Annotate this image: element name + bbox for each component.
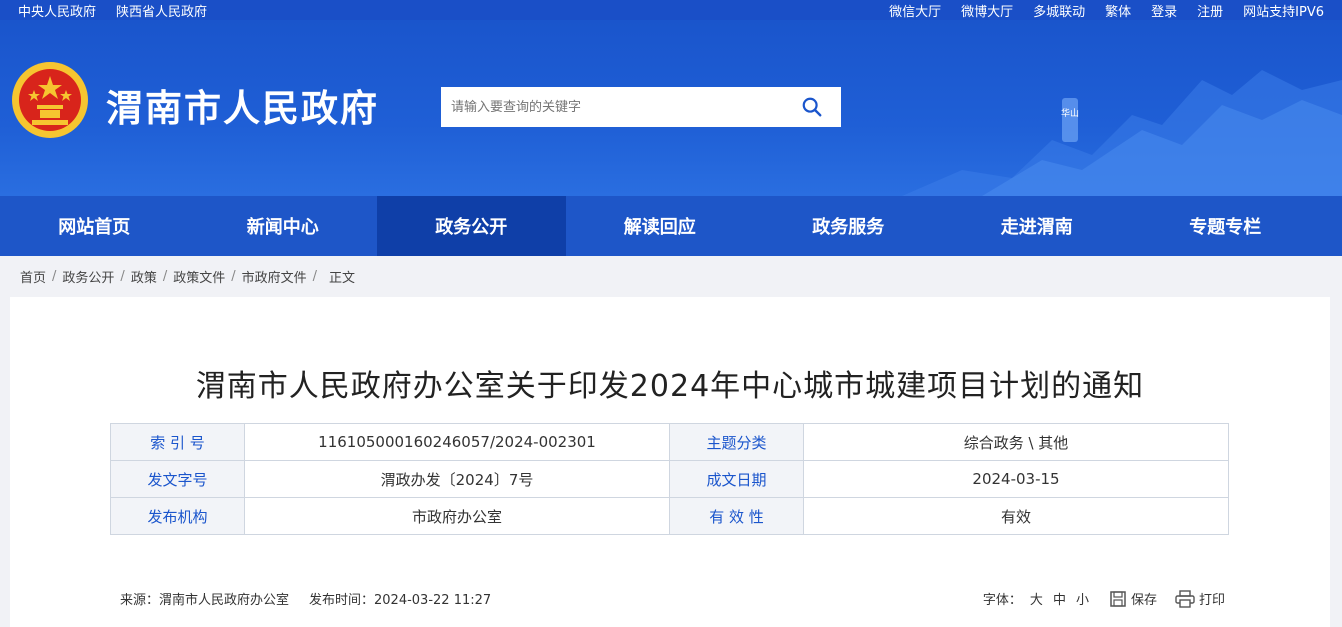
print-icon xyxy=(1175,589,1195,608)
index-value: 116105000160246057/2024-002301 xyxy=(244,423,670,461)
index-label: 索 引 号 xyxy=(110,423,245,461)
publish-time: 发布时间：2024-03-22 11:27 xyxy=(309,593,492,608)
date-value: 2024-03-15 xyxy=(803,460,1229,498)
breadcrumb-separator: / xyxy=(312,268,318,284)
breadcrumb-separator: / xyxy=(120,268,125,284)
topic-value: 综合政务 \ 其他 xyxy=(803,423,1229,461)
search-button[interactable] xyxy=(783,87,841,127)
search-icon xyxy=(802,97,822,117)
save-icon xyxy=(1110,590,1126,607)
document-meta-table: 索 引 号 116105000160246057/2024-002301 主题分… xyxy=(110,423,1229,535)
source-info: 来源：渭南市人民政府办公室 发布时间：2024-03-22 11:27 xyxy=(120,589,491,608)
link-multi-city[interactable]: 多城联动 xyxy=(1033,1,1085,20)
nav-interpretation[interactable]: 解读回应 xyxy=(566,196,755,256)
breadcrumb-gov-affairs[interactable]: 政务公开 xyxy=(62,267,114,286)
validity-value: 有效 xyxy=(803,497,1229,535)
breadcrumb-separator: / xyxy=(52,268,57,284)
doc-number-value: 渭政办发〔2024〕7号 xyxy=(244,460,670,498)
link-shaanxi-gov[interactable]: 陕西省人民政府 xyxy=(116,1,207,20)
nav-special-topics[interactable]: 专题专栏 xyxy=(1131,196,1320,256)
link-register[interactable]: 注册 xyxy=(1197,1,1223,20)
article-tools: 字体： 大 中 小 保存 打印 xyxy=(983,589,1225,608)
breadcrumb-current: 正文 xyxy=(329,270,356,286)
table-row: 发文字号 渭政办发〔2024〕7号 成文日期 2024-03-15 xyxy=(110,460,1229,498)
main-nav: 网站首页 新闻中心 政务公开 解读回应 政务服务 走进渭南 专题专栏 xyxy=(0,196,1342,256)
font-size-label: 字体： xyxy=(982,593,1022,608)
article-panel: 渭南市人民政府办公室关于印发2024年中心城市城建项目计划的通知 索 引 号 1… xyxy=(10,297,1330,627)
nav-news-center[interactable]: 新闻中心 xyxy=(189,196,378,256)
top-bar-right-links: 微信大厅 微博大厅 多城联动 繁体 登录 注册 网站支持IPV6 xyxy=(889,1,1324,20)
topic-label: 主题分类 xyxy=(669,423,804,461)
print-label: 打印 xyxy=(1198,593,1225,608)
breadcrumb-policy-docs[interactable]: 政策文件 xyxy=(173,267,225,286)
site-title[interactable]: 渭南市人民政府 xyxy=(106,78,379,132)
breadcrumb-separator: / xyxy=(231,268,236,284)
article-source: 来源：渭南市人民政府办公室 xyxy=(120,593,290,608)
date-label: 成文日期 xyxy=(669,460,804,498)
search-input[interactable] xyxy=(441,87,783,127)
huashan-seal xyxy=(1062,98,1078,142)
doc-number-label: 发文字号 xyxy=(110,460,245,498)
site-header: 渭南市人民政府 华山 xyxy=(0,20,1342,196)
article-source-bar: 来源：渭南市人民政府办公室 发布时间：2024-03-22 11:27 字体： … xyxy=(120,589,1225,608)
nav-about-weinan[interactable]: 走进渭南 xyxy=(943,196,1132,256)
breadcrumb-policy[interactable]: 政策 xyxy=(131,267,157,286)
link-traditional-chinese[interactable]: 繁体 xyxy=(1105,1,1131,20)
save-button[interactable]: 保存 xyxy=(1109,589,1157,608)
font-medium-button[interactable]: 中 xyxy=(1051,589,1068,608)
font-small-button[interactable]: 小 xyxy=(1074,589,1091,608)
breadcrumb: 首页 / 政务公开 / 政策 / 政策文件 / 市政府文件 / 正文 xyxy=(0,256,1342,296)
search-box xyxy=(441,87,841,127)
link-wechat-hall[interactable]: 微信大厅 xyxy=(889,1,941,20)
publisher-value: 市政府办公室 xyxy=(244,497,670,535)
table-row: 发布机构 市政府办公室 有 效 性 有效 xyxy=(110,497,1229,535)
national-emblem-icon xyxy=(12,62,88,138)
breadcrumb-home[interactable]: 首页 xyxy=(20,267,46,286)
nav-home[interactable]: 网站首页 xyxy=(0,196,189,256)
ipv6-label: 网站支持IPV6 xyxy=(1243,4,1324,20)
font-large-button[interactable]: 大 xyxy=(1028,589,1045,608)
top-bar-left-links: 中央人民政府 陕西省人民政府 xyxy=(18,1,207,20)
validity-label: 有 效 性 xyxy=(669,497,804,535)
breadcrumb-separator: / xyxy=(162,268,168,284)
table-row: 索 引 号 116105000160246057/2024-002301 主题分… xyxy=(110,423,1229,461)
article-title: 渭南市人民政府办公室关于印发2024年中心城市城建项目计划的通知 xyxy=(195,369,1145,404)
link-central-gov[interactable]: 中央人民政府 xyxy=(18,1,96,20)
print-button[interactable]: 打印 xyxy=(1175,589,1225,608)
save-label: 保存 xyxy=(1130,593,1157,608)
nav-gov-services[interactable]: 政务服务 xyxy=(754,196,943,256)
huashan-text: 华山 xyxy=(1061,107,1079,119)
top-bar: 中央人民政府 陕西省人民政府 微信大厅 微博大厅 多城联动 繁体 登录 注册 网… xyxy=(0,0,1342,20)
nav-gov-affairs[interactable]: 政务公开 xyxy=(377,196,566,256)
breadcrumb-city-gov-docs[interactable]: 市政府文件 xyxy=(242,267,307,286)
publisher-label: 发布机构 xyxy=(110,497,245,535)
link-login[interactable]: 登录 xyxy=(1151,1,1177,20)
huashan-mountain-illustration: 华山 xyxy=(902,70,1342,196)
link-weibo-hall[interactable]: 微博大厅 xyxy=(961,1,1013,20)
